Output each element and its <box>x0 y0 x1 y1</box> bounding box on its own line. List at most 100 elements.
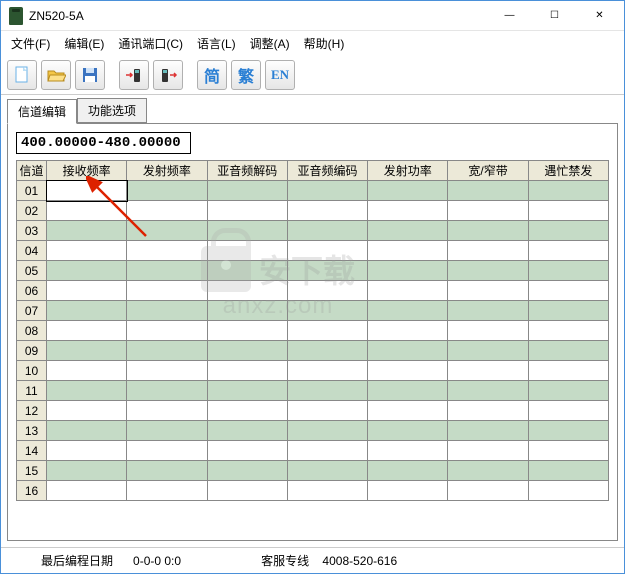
cell[interactable] <box>207 341 287 361</box>
cell[interactable] <box>287 301 367 321</box>
cell[interactable] <box>127 221 207 241</box>
lang-english-button[interactable]: EN <box>265 60 295 90</box>
cell[interactable] <box>528 201 608 221</box>
cell[interactable] <box>287 401 367 421</box>
table-row[interactable]: 16 <box>17 481 609 501</box>
cell[interactable] <box>127 341 207 361</box>
cell[interactable] <box>287 221 367 241</box>
row-channel-number[interactable]: 15 <box>17 461 47 481</box>
table-row[interactable]: 05 <box>17 261 609 281</box>
cell[interactable] <box>368 241 448 261</box>
table-row[interactable]: 06 <box>17 281 609 301</box>
cell[interactable] <box>448 321 528 341</box>
cell[interactable] <box>47 361 127 381</box>
cell[interactable] <box>127 361 207 381</box>
cell[interactable] <box>368 441 448 461</box>
cell[interactable] <box>287 341 367 361</box>
cell[interactable] <box>127 281 207 301</box>
cell[interactable] <box>127 421 207 441</box>
row-channel-number[interactable]: 16 <box>17 481 47 501</box>
row-channel-number[interactable]: 13 <box>17 421 47 441</box>
cell[interactable] <box>448 341 528 361</box>
cell[interactable] <box>207 181 287 201</box>
cell[interactable] <box>287 321 367 341</box>
cell[interactable] <box>47 441 127 461</box>
cell[interactable] <box>368 221 448 241</box>
row-channel-number[interactable]: 12 <box>17 401 47 421</box>
cell[interactable] <box>528 361 608 381</box>
cell[interactable] <box>368 461 448 481</box>
cell[interactable] <box>207 441 287 461</box>
cell[interactable] <box>528 301 608 321</box>
cell[interactable] <box>47 321 127 341</box>
cell[interactable] <box>47 421 127 441</box>
read-radio-button[interactable] <box>119 60 149 90</box>
cell[interactable] <box>127 301 207 321</box>
lang-traditional-button[interactable]: 繁 <box>231 60 261 90</box>
cell[interactable] <box>368 381 448 401</box>
col-ctcss-decode[interactable]: 亚音频解码 <box>207 161 287 181</box>
cell[interactable] <box>368 421 448 441</box>
close-button[interactable]: ✕ <box>577 2 622 30</box>
menu-file[interactable]: 文件(F) <box>5 33 56 54</box>
cell[interactable] <box>207 421 287 441</box>
cell[interactable] <box>528 341 608 361</box>
cell[interactable] <box>528 381 608 401</box>
table-row[interactable]: 04 <box>17 241 609 261</box>
cell[interactable] <box>127 261 207 281</box>
menu-comport[interactable]: 通讯端口(C) <box>112 33 189 54</box>
cell[interactable] <box>287 181 367 201</box>
cell[interactable] <box>47 401 127 421</box>
new-button[interactable] <box>7 60 37 90</box>
row-channel-number[interactable]: 09 <box>17 341 47 361</box>
row-channel-number[interactable]: 04 <box>17 241 47 261</box>
cell[interactable] <box>207 381 287 401</box>
menu-help[interactable]: 帮助(H) <box>298 33 351 54</box>
cell[interactable] <box>47 281 127 301</box>
cell[interactable] <box>448 421 528 441</box>
row-channel-number[interactable]: 07 <box>17 301 47 321</box>
cell[interactable] <box>368 321 448 341</box>
menu-edit[interactable]: 编辑(E) <box>58 33 110 54</box>
cell[interactable] <box>207 461 287 481</box>
cell[interactable] <box>127 201 207 221</box>
tab-function-options[interactable]: 功能选项 <box>77 98 147 123</box>
cell[interactable] <box>47 221 127 241</box>
open-button[interactable] <box>41 60 71 90</box>
cell[interactable] <box>368 481 448 501</box>
cell[interactable] <box>528 181 608 201</box>
cell[interactable] <box>287 261 367 281</box>
cell[interactable] <box>368 401 448 421</box>
cell[interactable] <box>287 441 367 461</box>
cell[interactable] <box>207 221 287 241</box>
cell[interactable] <box>528 481 608 501</box>
cell[interactable] <box>127 241 207 261</box>
cell[interactable] <box>368 281 448 301</box>
tab-channel-edit[interactable]: 信道编辑 <box>7 99 77 124</box>
table-row[interactable]: 13 <box>17 421 609 441</box>
cell[interactable] <box>448 301 528 321</box>
col-busy-lockout[interactable]: 遇忙禁发 <box>528 161 608 181</box>
cell[interactable] <box>287 201 367 221</box>
cell[interactable] <box>47 461 127 481</box>
col-ctcss-encode[interactable]: 亚音频编码 <box>287 161 367 181</box>
cell[interactable] <box>207 481 287 501</box>
table-row[interactable]: 07 <box>17 301 609 321</box>
menu-adjust[interactable]: 调整(A) <box>244 33 296 54</box>
cell[interactable] <box>448 461 528 481</box>
col-bandwidth[interactable]: 宽/窄带 <box>448 161 528 181</box>
cell[interactable] <box>47 261 127 281</box>
cell[interactable] <box>368 201 448 221</box>
row-channel-number[interactable]: 02 <box>17 201 47 221</box>
cell[interactable] <box>448 241 528 261</box>
cell[interactable] <box>528 441 608 461</box>
cell[interactable] <box>127 441 207 461</box>
cell[interactable] <box>127 481 207 501</box>
row-channel-number[interactable]: 01 <box>17 181 47 201</box>
menu-language[interactable]: 语言(L) <box>191 33 242 54</box>
cell[interactable] <box>368 361 448 381</box>
row-channel-number[interactable]: 10 <box>17 361 47 381</box>
cell[interactable] <box>448 361 528 381</box>
cell[interactable] <box>47 181 127 201</box>
cell[interactable] <box>528 241 608 261</box>
